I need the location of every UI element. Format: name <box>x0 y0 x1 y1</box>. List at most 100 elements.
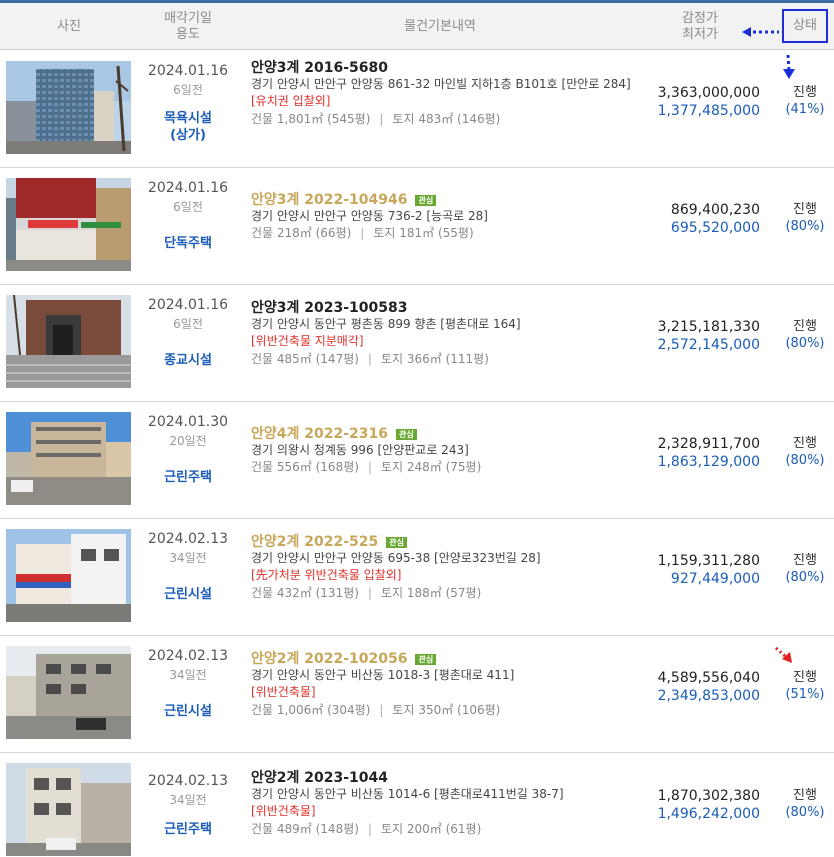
date-usage-cell: 2024.01.16 6일전 종교시설 <box>138 285 238 402</box>
property-info: 안양2계 2022-102056 관심 경기 안양시 동안구 비산동 1018-3… <box>251 651 636 719</box>
status-cell: 진행 (80%) <box>780 787 830 821</box>
building-area: 건물 218㎡ (66평) <box>251 226 352 240</box>
table-row[interactable]: 2024.01.16 6일전 단독주택 안양3계 2022-104946 관심 경… <box>0 168 834 285</box>
land-area: 토지 200㎡ (61평) <box>380 822 482 836</box>
property-photo[interactable] <box>6 61 131 154</box>
table-row[interactable]: 2024.01.16 6일전 종교시설 안양3계 2023-100583 경기 … <box>0 285 834 402</box>
minimum-percent: (41%) <box>785 102 825 117</box>
minimum-percent: (80%) <box>785 336 825 351</box>
date-usage-cell: 2024.01.30 20일전 근린주택 <box>138 402 238 519</box>
status-badge: 진행 <box>793 202 817 217</box>
special-conditions: [위반건축물] <box>251 804 316 818</box>
case-number[interactable]: 안양2계 2022-102056 관심 <box>251 651 636 668</box>
days-ago: 20일전 <box>169 434 207 448</box>
usage-type[interactable]: 근린시설 <box>138 586 238 603</box>
property-address: 경기 안양시 만안구 안양동 736-2 [능곡로 28] <box>251 209 488 223</box>
property-photo[interactable] <box>6 646 131 739</box>
table-row[interactable]: 2024.02.13 34일전 근린시설 안양2계 2022-525 관심 경기 … <box>0 519 834 636</box>
case-number-text: 안양4계 2022-2316 <box>251 426 388 442</box>
usage-type[interactable]: 단독주택 <box>138 235 238 252</box>
case-number[interactable]: 안양2계 2023-1044 <box>251 770 636 787</box>
status-badge: 진행 <box>793 436 817 451</box>
header-minimum-label: 최저가 <box>682 26 718 42</box>
property-photo[interactable] <box>6 412 131 505</box>
minimum-price: 695,520,000 <box>670 220 760 236</box>
status-badge: 진행 <box>793 788 817 803</box>
header-date-label: 매각기일 <box>164 10 212 26</box>
building-area: 건물 1,801㎡ (545평) <box>251 112 371 126</box>
property-address: 경기 안양시 만안구 안양동 861-32 마인빌 지하1층 B101호 [만안… <box>251 77 631 91</box>
sale-date: 2024.02.13 <box>147 648 229 664</box>
case-number-text: 안양3계 2023-100583 <box>251 300 408 316</box>
property-info: 안양2계 2022-525 관심 경기 안양시 만안구 안양동 695-38 [안… <box>251 534 636 602</box>
table-row[interactable]: 2024.01.16 6일전 목욕시설 (상가) 안양3계 2016-5680 … <box>0 51 834 168</box>
case-number-text: 안양2계 2022-102056 <box>251 651 408 667</box>
case-number[interactable]: 안양4계 2022-2316 관심 <box>251 426 636 443</box>
building-photo-image <box>6 178 131 271</box>
header-photo: 사진 <box>0 3 138 50</box>
case-number[interactable]: 안양2계 2022-525 관심 <box>251 534 636 551</box>
case-number[interactable]: 안양3계 2016-5680 <box>251 60 636 77</box>
building-photo-image <box>6 295 131 388</box>
interest-tag: 관심 <box>415 195 437 206</box>
usage-type[interactable]: 목욕시설 (상가) <box>138 110 238 144</box>
auction-list-table: 사진 매각기일 용도 물건기본내역 감정가 최저가 상태 2024.01.16 … <box>0 0 834 857</box>
interest-tag: 관심 <box>415 654 437 665</box>
header-status[interactable]: 상태 <box>782 9 828 43</box>
table-row[interactable]: 2024.02.13 34일전 근린주택 안양2계 2023-1044 경기 안… <box>0 753 834 857</box>
case-number-text: 안양2계 2023-1044 <box>251 770 388 786</box>
price-cell: 3,363,000,000 1,377,485,000 <box>640 84 760 120</box>
price-cell: 4,589,556,040 2,349,853,000 <box>640 669 760 705</box>
status-cell: 진행 (80%) <box>780 552 830 586</box>
appraisal-price: 1,159,311,280 <box>657 553 760 569</box>
property-photo[interactable] <box>6 529 131 622</box>
case-number[interactable]: 안양3계 2022-104946 관심 <box>251 192 636 209</box>
usage-type[interactable]: 근린주택 <box>138 469 238 486</box>
building-photo-image <box>6 646 131 739</box>
price-cell: 869,400,230 695,520,000 <box>640 201 760 237</box>
usage-type[interactable]: 근린주택 <box>138 821 238 838</box>
usage-line-2: (상가) <box>170 128 206 143</box>
minimum-percent: (80%) <box>785 453 825 468</box>
minimum-price: 2,572,145,000 <box>657 337 760 353</box>
minimum-price: 927,449,000 <box>670 571 760 587</box>
header-date-usage[interactable]: 매각기일 용도 <box>138 3 238 50</box>
price-cell: 2,328,911,700 1,863,129,000 <box>640 435 760 471</box>
building-photo-image <box>6 412 131 505</box>
table-row[interactable]: 2024.01.30 20일전 근린주택 안양4계 2022-2316 관심 경기… <box>0 402 834 519</box>
property-photo[interactable] <box>6 178 131 271</box>
property-photo[interactable] <box>6 763 131 856</box>
usage-type[interactable]: 근린시설 <box>138 703 238 720</box>
date-usage-cell: 2024.02.13 34일전 근린시설 <box>138 636 238 753</box>
land-area: 토지 248㎡ (75평) <box>380 460 482 474</box>
special-conditions: [先가처분 위반건축물 입찰외] <box>251 568 402 582</box>
property-address: 경기 안양시 동안구 비산동 1014-6 [평촌대로411번길 38-7] <box>251 787 564 801</box>
building-photo-image <box>6 61 131 154</box>
property-address: 경기 의왕시 청계동 996 [안양판교로 243] <box>251 443 469 457</box>
minimum-percent: (80%) <box>785 570 825 585</box>
usage-type[interactable]: 종교시설 <box>138 352 238 369</box>
days-ago: 6일전 <box>173 317 203 331</box>
building-area: 건물 556㎡ (168평) <box>251 460 359 474</box>
sale-date: 2024.02.13 <box>147 773 229 789</box>
header-appraisal-label: 감정가 <box>682 10 718 26</box>
days-ago: 34일전 <box>169 668 207 682</box>
appraisal-price: 3,363,000,000 <box>657 85 760 101</box>
property-info: 안양3계 2023-100583 경기 안양시 동안구 평촌동 899 향촌 [… <box>251 300 636 368</box>
status-cell: 진행 (80%) <box>780 201 830 235</box>
table-row[interactable]: 2024.02.13 34일전 근린시설 안양2계 2022-102056 관심 … <box>0 636 834 753</box>
case-number[interactable]: 안양3계 2023-100583 <box>251 300 636 317</box>
minimum-price: 1,377,485,000 <box>657 103 760 119</box>
property-photo[interactable] <box>6 295 131 388</box>
table-header: 사진 매각기일 용도 물건기본내역 감정가 최저가 상태 <box>0 3 834 50</box>
area-info: 건물 485㎡ (147평) | 토지 366㎡ (111평) <box>251 352 489 366</box>
sale-date: 2024.01.16 <box>147 297 229 313</box>
building-area: 건물 489㎡ (148평) <box>251 822 359 836</box>
usage-line-1: 목욕시설 <box>164 111 212 126</box>
case-number-text: 안양3계 2022-104946 <box>251 192 408 208</box>
days-ago: 34일전 <box>169 793 207 807</box>
appraisal-price: 4,589,556,040 <box>657 670 760 686</box>
appraisal-price: 2,328,911,700 <box>657 436 760 452</box>
land-area: 토지 483㎡ (146평) <box>392 112 501 126</box>
land-area: 토지 181㎡ (55평) <box>373 226 474 240</box>
